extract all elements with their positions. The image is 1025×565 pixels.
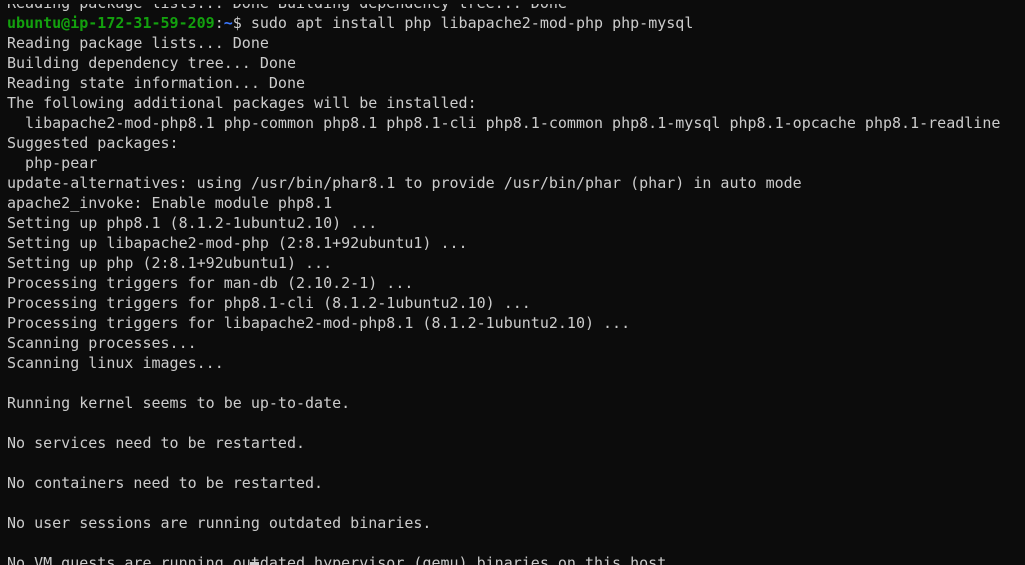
- output-line: Reading package lists... Done: [7, 34, 269, 52]
- output-line: Suggested packages:: [7, 134, 179, 152]
- output-line: libapache2-mod-php8.1 php-common php8.1 …: [7, 114, 1001, 132]
- output-line: Processing triggers for libapache2-mod-p…: [7, 314, 631, 332]
- output-line: Setting up php8.1 (8.1.2-1ubuntu2.10) ..…: [7, 214, 378, 232]
- output-line: Setting up php (2:8.1+92ubuntu1) ...: [7, 254, 333, 272]
- output-line: The following additional packages will b…: [7, 94, 477, 112]
- output-line: Building dependency tree... Done: [7, 54, 296, 72]
- terminal-output: Reading package lists... Done Building d…: [7, 0, 1025, 565]
- output-line: php-pear: [7, 154, 98, 172]
- output-line: Reading state information... Done: [7, 74, 306, 92]
- output-line: Processing triggers for php8.1-cli (8.1.…: [7, 294, 531, 312]
- output-line: No user sessions are running outdated bi…: [7, 514, 432, 532]
- scrolled-partial-line: Reading package lists... Done Building d…: [7, 0, 567, 12]
- prompt-symbol: $: [232, 14, 251, 32]
- output-line: Scanning linux images...: [7, 354, 224, 372]
- output-line: Running kernel seems to be up-to-date.: [7, 394, 351, 412]
- output-line: No VM guests are running outdated hyperv…: [7, 554, 676, 565]
- output-line: apache2_invoke: Enable module php8.1: [7, 194, 333, 212]
- output-line: Scanning processes...: [7, 334, 197, 352]
- terminal-window[interactable]: Reading package lists... Done Building d…: [0, 0, 1025, 565]
- prompt-separator: :: [214, 14, 224, 32]
- output-line: Setting up libapache2-mod-php (2:8.1+92u…: [7, 234, 468, 252]
- prompt-user-host: ubuntu@ip-172-31-59-209: [7, 14, 215, 32]
- output-lines: Reading package lists... Done Building de…: [7, 33, 1025, 565]
- prompt-path: ~: [223, 14, 233, 32]
- output-line: update-alternatives: using /usr/bin/phar…: [7, 174, 802, 192]
- output-line: No services need to be restarted.: [7, 434, 306, 452]
- output-line: Processing triggers for man-db (2.10.2-1…: [7, 274, 414, 292]
- command-text: sudo apt install php libapache2-mod-php …: [250, 14, 694, 32]
- command-prompt-line: ubuntu@ip-172-31-59-209:~$ sudo apt inst…: [7, 13, 1025, 33]
- output-line: No containers need to be restarted.: [7, 474, 324, 492]
